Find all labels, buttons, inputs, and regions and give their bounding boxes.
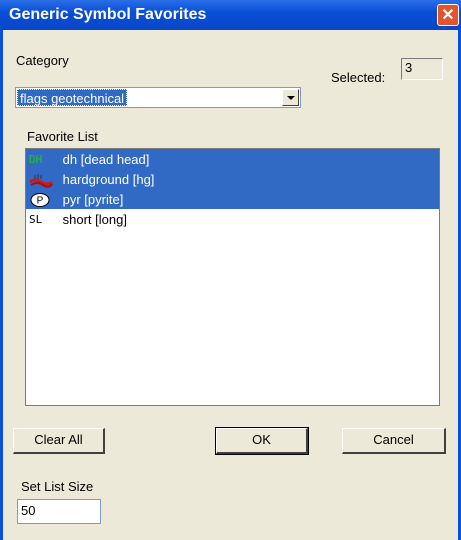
category-dropdown-value: flags geotechnical <box>17 89 128 106</box>
selected-count-value: 3 <box>405 60 413 75</box>
list-size-value: 50 <box>21 503 36 518</box>
selected-count-label: Selected: <box>331 70 386 85</box>
list-item[interactable]: SL short [long] <box>26 209 439 229</box>
list-item[interactable]: DH dh [dead head] <box>26 149 439 169</box>
window-title: Generic Symbol Favorites <box>9 6 207 23</box>
short-long-icon: SL <box>29 212 43 226</box>
svg-text:P: P <box>37 195 44 206</box>
pyrite-icon: P <box>29 192 53 208</box>
favorite-list[interactable]: DH dh [dead head] hardground [hg] P pyr … <box>25 148 440 406</box>
window-frame-left <box>0 30 3 540</box>
list-item[interactable]: hardground [hg] <box>26 169 439 189</box>
list-item-label: short [long] <box>62 211 127 227</box>
list-size-field[interactable]: 50 <box>17 499 101 524</box>
close-icon: ✕ <box>441 7 455 24</box>
ok-button[interactable]: OK <box>215 427 309 455</box>
list-item-label: dh [dead head] <box>62 151 150 167</box>
selected-count-field: 3 <box>401 58 443 80</box>
set-list-size-label: Set List Size <box>21 479 94 494</box>
cancel-button[interactable]: Cancel <box>342 428 446 454</box>
close-button[interactable]: ✕ <box>437 4 459 26</box>
category-label: Category <box>16 53 69 68</box>
favorite-list-label: Favorite List <box>27 129 98 144</box>
category-dropdown[interactable]: flags geotechnical <box>15 87 301 108</box>
chevron-down-icon[interactable] <box>282 89 299 106</box>
clear-all-button[interactable]: Clear All <box>13 428 105 454</box>
list-item-label: pyr [pyrite] <box>62 191 124 207</box>
title-bar: Generic Symbol Favorites ✕ <box>0 0 461 30</box>
list-item[interactable]: P pyr [pyrite] <box>26 189 439 209</box>
dead-head-icon: DH <box>29 152 43 166</box>
hardground-icon <box>29 172 53 188</box>
list-item-label: hardground [hg] <box>62 171 155 187</box>
